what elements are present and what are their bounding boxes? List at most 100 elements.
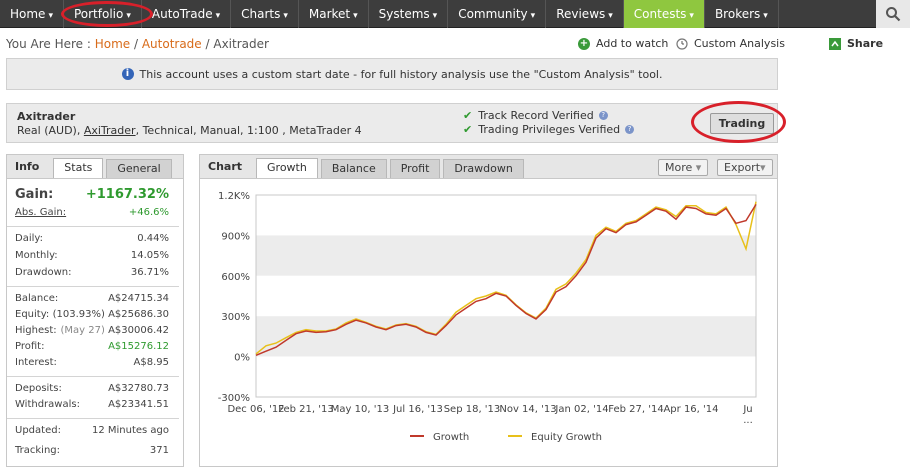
chart-band xyxy=(256,356,756,397)
equity-percent: (103.93%) xyxy=(52,309,105,320)
custom-analysis-label: Custom Analysis xyxy=(694,37,785,50)
monthly-value: 14.05% xyxy=(130,250,169,261)
withdrawals-label: Withdrawals: xyxy=(15,399,80,410)
highest-date: (May 27) xyxy=(60,325,105,336)
chevron-down-icon: ▾ xyxy=(215,11,221,21)
y-tick-label: 900% xyxy=(221,231,250,242)
divider xyxy=(7,418,179,419)
highest-label: Highest: xyxy=(15,325,57,336)
divider xyxy=(7,376,179,377)
interest-label: Interest: xyxy=(15,357,57,368)
nav-community[interactable]: Community ▾ xyxy=(448,0,547,28)
daily-label: Daily: xyxy=(15,233,43,244)
breadcrumb-sep: / xyxy=(201,37,214,51)
search-icon xyxy=(886,7,901,22)
check-icon: ✔ xyxy=(463,109,473,122)
withdrawals-value: A$23341.51 xyxy=(108,399,169,410)
abs-gain-value: +46.6% xyxy=(128,207,169,218)
nav-home[interactable]: Home ▾ xyxy=(0,0,64,28)
tab-general[interactable]: General xyxy=(106,159,172,178)
chart-panel: Chart Growth Balance Profit Drawdown Mor… xyxy=(199,154,778,467)
tracking-value: 371 xyxy=(149,445,169,456)
track-record-status: ✔ Track Record Verified? xyxy=(463,109,608,122)
trading-privileges-label: Trading Privileges Verified xyxy=(478,123,621,136)
plus-icon: + xyxy=(578,37,590,50)
drawdown-row: Drawdown: 36.71% xyxy=(15,267,169,278)
daily-row: Daily: 0.44% xyxy=(15,233,169,244)
info-panel: Info Stats General Gain: +1167.32% Abs. … xyxy=(6,154,184,467)
trading-button[interactable]: Trading xyxy=(710,113,774,134)
balance-label: Balance: xyxy=(15,293,59,304)
drawdown-label: Drawdown: xyxy=(15,267,72,278)
help-icon[interactable]: ? xyxy=(598,111,608,120)
equity-label: Equity: xyxy=(15,309,50,320)
balance-row: Balance: A$24715.34 xyxy=(15,293,169,304)
tracking-row: Tracking: 371 xyxy=(15,445,169,456)
y-tick-label: 1.2K% xyxy=(218,191,250,202)
breadcrumb-autotrade[interactable]: Autotrade xyxy=(142,37,202,51)
tab-growth[interactable]: Growth xyxy=(256,158,318,178)
chevron-down-icon: ▾ xyxy=(608,11,613,21)
chevron-down-icon: ▾ xyxy=(432,11,438,21)
info-panel-header: Info Stats General xyxy=(7,155,183,179)
nav-reviews[interactable]: Reviews ▾ xyxy=(546,0,624,28)
x-tick-label: Ju xyxy=(742,404,752,415)
nav-systems[interactable]: Systems ▾ xyxy=(369,0,449,28)
chart-band xyxy=(256,195,756,236)
tab-stats[interactable]: Stats xyxy=(53,158,104,178)
x-axis-ellipsis: ... xyxy=(743,415,753,426)
chevron-down-icon: ▾ xyxy=(126,11,131,21)
more-label: More xyxy=(665,161,693,174)
help-icon[interactable]: ? xyxy=(625,125,635,134)
share-button[interactable]: Share xyxy=(829,37,883,50)
account-header: Axitrader Real (AUD), AxiTrader, Technic… xyxy=(6,103,778,143)
equity-value: A$25686.30 xyxy=(108,309,169,320)
legend-label-equity: Equity Growth xyxy=(531,432,602,443)
highest-row: Highest: (May 27) A$30006.42 xyxy=(15,325,169,336)
y-tick-label: 600% xyxy=(221,272,250,283)
abs-gain-label[interactable]: Abs. Gain: xyxy=(15,207,66,218)
breadcrumb-sep: / xyxy=(130,37,142,51)
nav-brokers[interactable]: Brokers ▾ xyxy=(705,0,779,28)
updated-label: Updated: xyxy=(15,425,61,436)
tab-balance[interactable]: Balance xyxy=(320,159,387,178)
x-tick-label: Sep 18, '13 xyxy=(444,404,501,415)
x-tick-label: Feb 27, '14 xyxy=(608,404,663,415)
interest-row: Interest: A$8.95 xyxy=(15,357,169,368)
export-button[interactable]: Export▾ xyxy=(717,159,773,176)
deposits-value: A$32780.73 xyxy=(108,383,169,394)
search-button[interactable] xyxy=(876,0,910,28)
check-icon: ✔ xyxy=(463,123,473,136)
nav-charts[interactable]: Charts ▾ xyxy=(231,0,299,28)
updated-row: Updated: 12 Minutes ago xyxy=(15,425,169,436)
nav-autotrade[interactable]: AutoTrade ▾ xyxy=(142,0,232,28)
nav-contests[interactable]: Contests ▾ xyxy=(623,0,705,28)
account-name: Axitrader xyxy=(17,110,76,123)
profit-row: Profit: A$15276.12 xyxy=(15,341,169,352)
tab-profit[interactable]: Profit xyxy=(389,159,441,178)
deposits-row: Deposits: A$32780.73 xyxy=(15,383,169,394)
chevron-down-icon: ▾ xyxy=(695,161,702,174)
nav-portfolio[interactable]: Portfolio ▾ xyxy=(64,0,142,28)
interest-value: A$8.95 xyxy=(133,357,169,368)
drawdown-value: 36.71% xyxy=(130,267,169,278)
breadcrumb-home[interactable]: Home xyxy=(95,37,130,51)
more-button[interactable]: More ▾ xyxy=(658,159,709,176)
add-to-watch-button[interactable]: + Add to watch xyxy=(578,37,668,50)
custom-analysis-button[interactable]: Custom Analysis xyxy=(676,37,785,50)
highest-value: A$30006.42 xyxy=(108,325,169,336)
export-label: Export xyxy=(724,161,761,174)
nav-market[interactable]: Market ▾ xyxy=(299,0,369,28)
updated-value: 12 Minutes ago xyxy=(91,425,169,436)
account-desc-suffix: , Technical, Manual, 1:100 , MetaTrader … xyxy=(135,124,362,137)
y-tick-label: 300% xyxy=(221,312,250,323)
broker-link[interactable]: AxiTrader xyxy=(84,124,136,137)
chevron-down-icon: ▾ xyxy=(763,11,768,21)
tab-drawdown[interactable]: Drawdown xyxy=(443,159,524,178)
x-tick-label: Dec 06, '12 xyxy=(227,404,284,415)
add-to-watch-label: Add to watch xyxy=(596,37,669,50)
x-tick-label: Feb 21, '13 xyxy=(278,404,333,415)
y-tick-label: -300% xyxy=(218,393,250,404)
abs-gain-row: Abs. Gain: +46.6% xyxy=(15,207,169,218)
chart-band xyxy=(256,235,756,276)
